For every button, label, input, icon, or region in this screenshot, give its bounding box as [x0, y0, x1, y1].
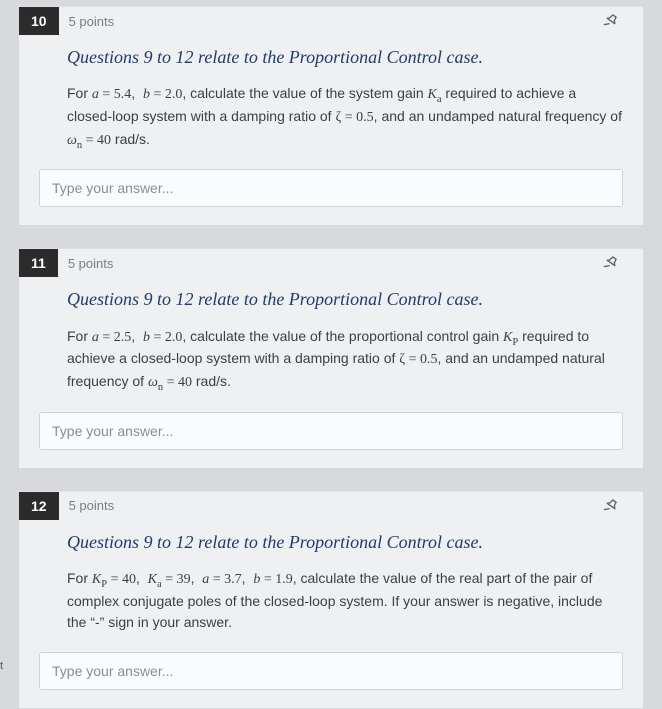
- question-body: For a = 2.5, b = 2.0, calculate the valu…: [67, 326, 623, 394]
- answer-input[interactable]: [39, 412, 623, 450]
- question-header: 11 5 points: [19, 249, 623, 277]
- points-label: 5 points: [69, 498, 115, 513]
- question-body: For a = 5.4, b = 2.0, calculate the valu…: [67, 83, 623, 151]
- question-header: 10 5 points: [19, 7, 623, 35]
- question-card: 11 5 points Questions 9 to 12 relate to …: [18, 248, 644, 468]
- question-title: Questions 9 to 12 relate to the Proporti…: [67, 45, 623, 69]
- points-label: 5 points: [68, 256, 114, 271]
- question-header: 12 5 points: [19, 492, 623, 520]
- points-label: 5 points: [69, 14, 115, 29]
- answer-input[interactable]: [39, 652, 623, 690]
- pin-icon[interactable]: [603, 13, 619, 29]
- question-body: For KP = 40, Ka = 39, a = 3.7, b = 1.9, …: [67, 568, 623, 634]
- question-card: 10 5 points Questions 9 to 12 relate to …: [18, 6, 644, 226]
- question-card: 12 5 points Questions 9 to 12 relate to …: [18, 491, 644, 709]
- question-number-badge: 10: [19, 7, 59, 35]
- question-title: Questions 9 to 12 relate to the Proporti…: [67, 530, 623, 554]
- answer-input[interactable]: [39, 169, 623, 207]
- pin-icon[interactable]: [603, 498, 619, 514]
- stray-text: t: [0, 660, 3, 673]
- question-title: Questions 9 to 12 relate to the Proporti…: [67, 287, 623, 311]
- pin-icon[interactable]: [603, 255, 619, 271]
- question-number-badge: 11: [19, 249, 58, 277]
- question-number-badge: 12: [19, 492, 59, 520]
